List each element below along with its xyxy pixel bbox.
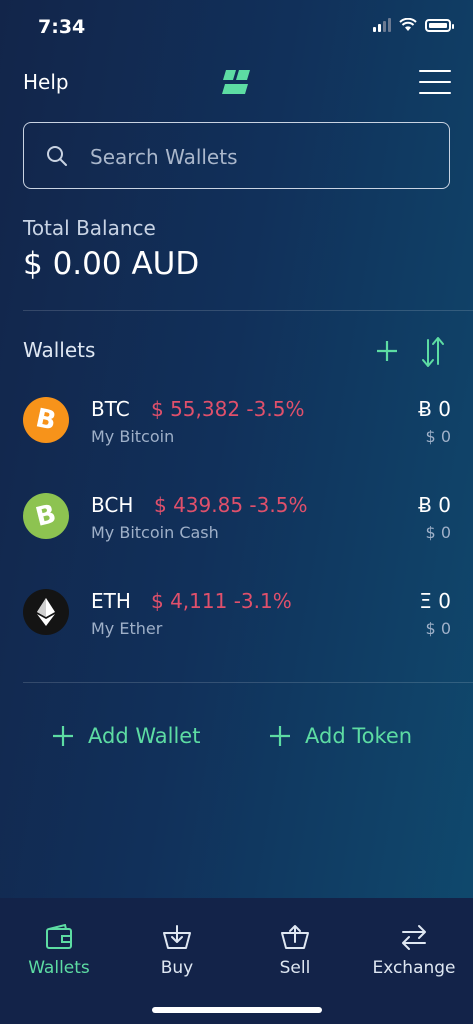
wallet-name: My Bitcoin [91, 427, 175, 446]
coin-price: $ 439.85 -3.5% [154, 493, 308, 517]
wallet-icon [46, 924, 72, 949]
app-header: Help [0, 56, 473, 108]
fiat-balance: $ 0 [425, 523, 451, 542]
plus-icon [270, 726, 290, 746]
fiat-balance: $ 0 [425, 427, 451, 446]
wifi-icon [399, 18, 417, 31]
status-icons [373, 18, 454, 32]
basket-download-icon [163, 925, 191, 949]
add-wallet-plus-icon[interactable] [376, 340, 398, 362]
home-indicator[interactable] [152, 1007, 322, 1013]
help-link[interactable]: Help [23, 70, 69, 94]
hamburger-menu-icon[interactable] [419, 70, 451, 94]
search-input[interactable]: Search Wallets [23, 122, 450, 189]
app-logo-icon [222, 70, 250, 94]
coin-symbol: BCH [91, 493, 134, 517]
coin-symbol: BTC [91, 397, 130, 421]
sort-icon[interactable] [421, 336, 445, 368]
crypto-balance: Ƀ 0 [418, 397, 451, 421]
tab-exchange[interactable]: Exchange [355, 920, 473, 978]
status-bar: 7:34 [0, 0, 473, 56]
wallet-row-btc[interactable]: B BTC $ 55,382 -3.5% My Bitcoin Ƀ 0 $ 0 [0, 397, 473, 477]
total-balance-value: $ 0.00 AUD [23, 246, 200, 282]
tab-label: Wallets [28, 958, 90, 978]
coin-price: $ 4,111 -3.1% [151, 589, 292, 613]
wallet-row-eth[interactable]: ETH $ 4,111 -3.1% My Ether Ξ 0 $ 0 [0, 589, 473, 669]
battery-icon [425, 18, 454, 32]
tab-label: Exchange [372, 958, 456, 978]
fiat-balance: $ 0 [425, 619, 451, 638]
cellular-signal-icon [373, 18, 391, 32]
bottom-tab-bar: Wallets Buy Sell Exchange [0, 898, 473, 1024]
wallets-section-title: Wallets [23, 338, 96, 362]
bitcoin-cash-icon: B [23, 493, 69, 539]
divider [23, 310, 473, 311]
clock: 7:34 [38, 16, 86, 38]
bitcoin-icon: B [23, 397, 69, 443]
add-wallet-button[interactable]: Add Wallet [52, 724, 200, 748]
search-placeholder: Search Wallets [90, 145, 238, 169]
plus-icon [53, 726, 73, 746]
add-wallet-label: Add Wallet [88, 724, 201, 748]
coin-price: $ 55,382 -3.5% [151, 397, 305, 421]
tab-label: Sell [279, 958, 311, 978]
divider [23, 682, 473, 683]
wallet-name: My Bitcoin Cash [91, 523, 219, 542]
tab-wallets[interactable]: Wallets [0, 920, 118, 978]
exchange-arrows-icon [402, 925, 426, 950]
crypto-balance: Ƀ 0 [418, 493, 451, 517]
crypto-balance: Ξ 0 [419, 589, 451, 613]
coin-symbol: ETH [91, 589, 131, 613]
search-icon [47, 146, 67, 166]
tab-sell[interactable]: Sell [236, 920, 354, 978]
add-token-label: Add Token [305, 724, 413, 748]
wallet-name: My Ether [91, 619, 163, 638]
basket-upload-icon [281, 925, 309, 949]
add-token-button[interactable]: Add Token [269, 724, 412, 748]
ethereum-icon [23, 589, 69, 635]
tab-buy[interactable]: Buy [118, 920, 236, 978]
wallet-row-bch[interactable]: B BCH $ 439.85 -3.5% My Bitcoin Cash Ƀ 0… [0, 493, 473, 573]
total-balance-label: Total Balance [23, 216, 156, 240]
tab-label: Buy [160, 958, 194, 978]
